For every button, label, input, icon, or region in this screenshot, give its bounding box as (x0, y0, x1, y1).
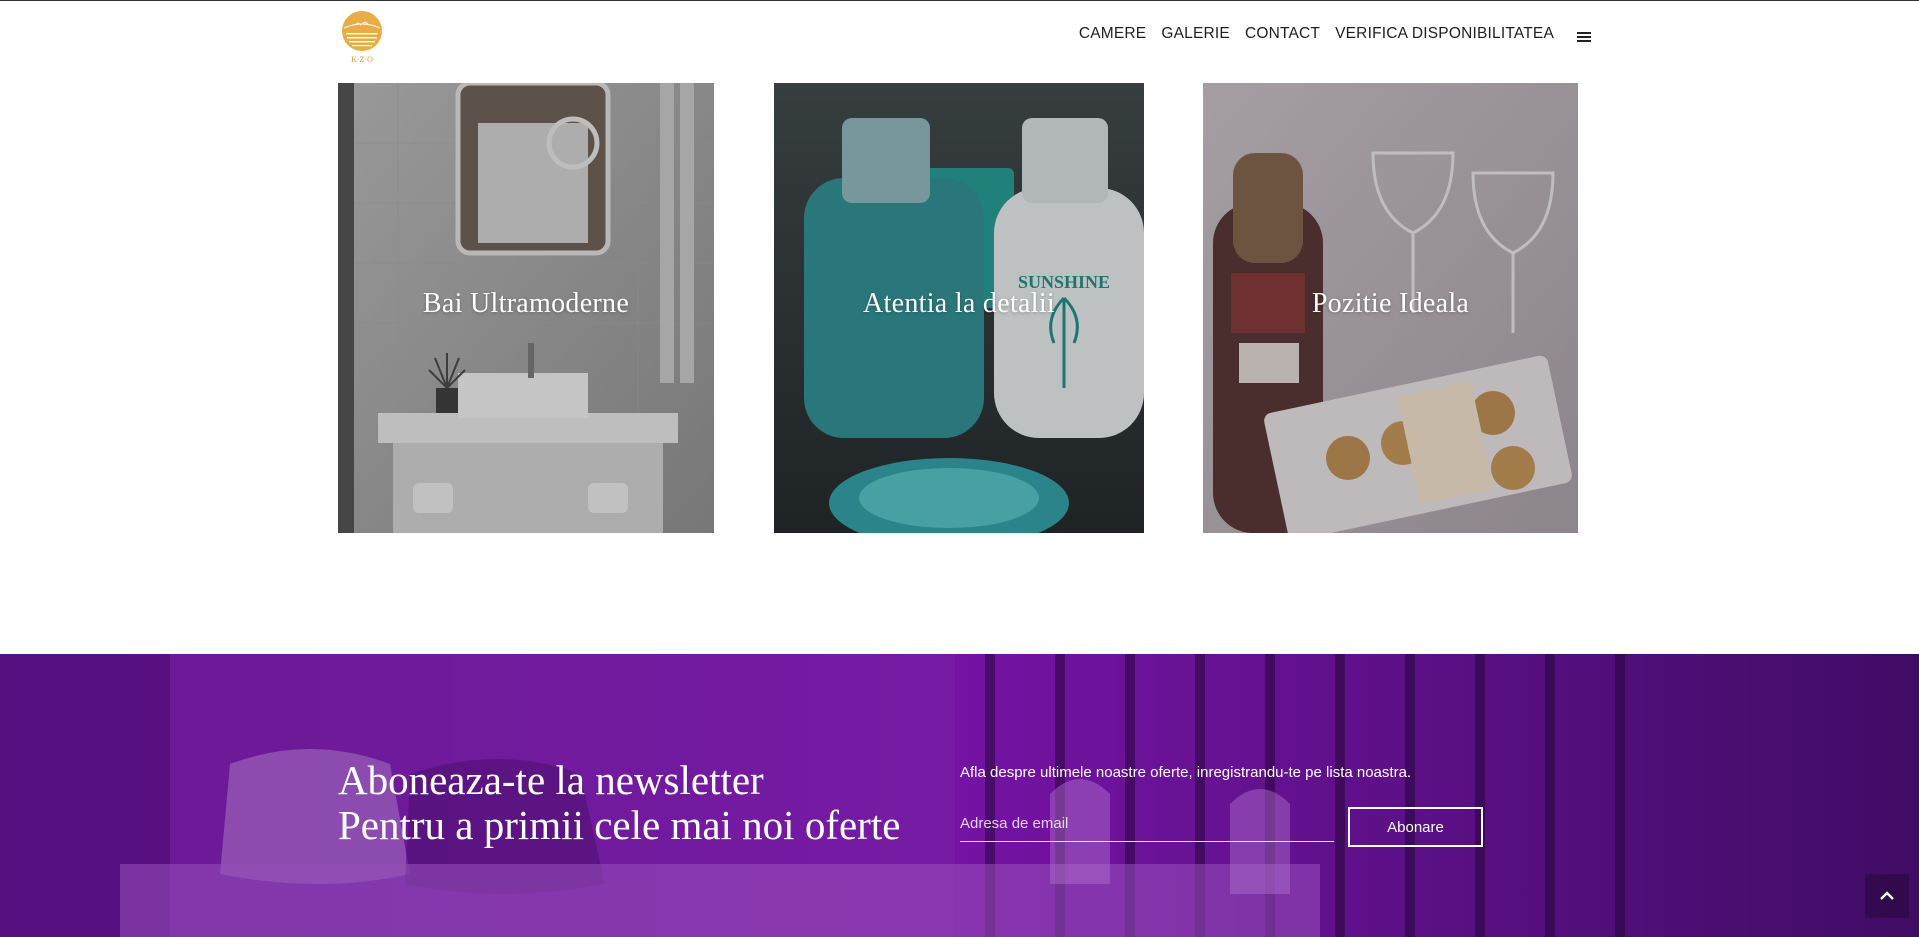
bedroom-background-photo (0, 654, 1919, 937)
email-field[interactable] (960, 806, 1334, 842)
site-header: K·Z·O CAMERE GALERIE CONTACT VERIFICA DI… (0, 1, 1919, 81)
hamburger-icon[interactable] (1577, 32, 1591, 42)
nav-contact[interactable]: CONTACT (1245, 25, 1320, 43)
feature-card-champagne[interactable]: Pozitie Ideala (1203, 83, 1578, 533)
feature-card-bathroom[interactable]: Bai Ultramoderne (338, 83, 714, 533)
nav-verifica-disponibilitatea[interactable]: VERIFICA DISPONIBILITATEA (1335, 25, 1554, 43)
scroll-to-top-button[interactable] (1865, 874, 1909, 918)
feature-title: Atentia la detalii (863, 288, 1055, 319)
chevron-up-icon (1880, 891, 1894, 900)
newsletter-title-line2: Pentru a primii cele mai noi oferte (338, 802, 901, 848)
nav-camere[interactable]: CAMERE (1079, 25, 1147, 43)
main-nav: CAMERE GALERIE CONTACT VERIFICA DISPONIB… (1079, 25, 1591, 43)
newsletter-description: Afla despre ultimele noastre oferte, inr… (960, 764, 1412, 781)
logo-sun-icon: K·Z·O (342, 11, 382, 64)
subscribe-button[interactable]: Abonare (1348, 807, 1483, 847)
feature-card-toiletries[interactable]: SUNSHINE Atentia la detalii (774, 83, 1144, 533)
nav-galerie[interactable]: GALERIE (1161, 25, 1230, 43)
logo[interactable]: K·Z·O (340, 10, 384, 64)
newsletter-title: Aboneaza-te la newsletter Pentru a primi… (338, 758, 900, 848)
logo-text: K·Z·O (351, 55, 373, 64)
newsletter-section: Aboneaza-te la newsletter Pentru a primi… (0, 654, 1919, 937)
newsletter-title-line1: Aboneaza-te la newsletter (338, 757, 764, 803)
feature-title: Pozitie Ideala (1311, 288, 1470, 319)
feature-title: Bai Ultramoderne (422, 288, 630, 319)
